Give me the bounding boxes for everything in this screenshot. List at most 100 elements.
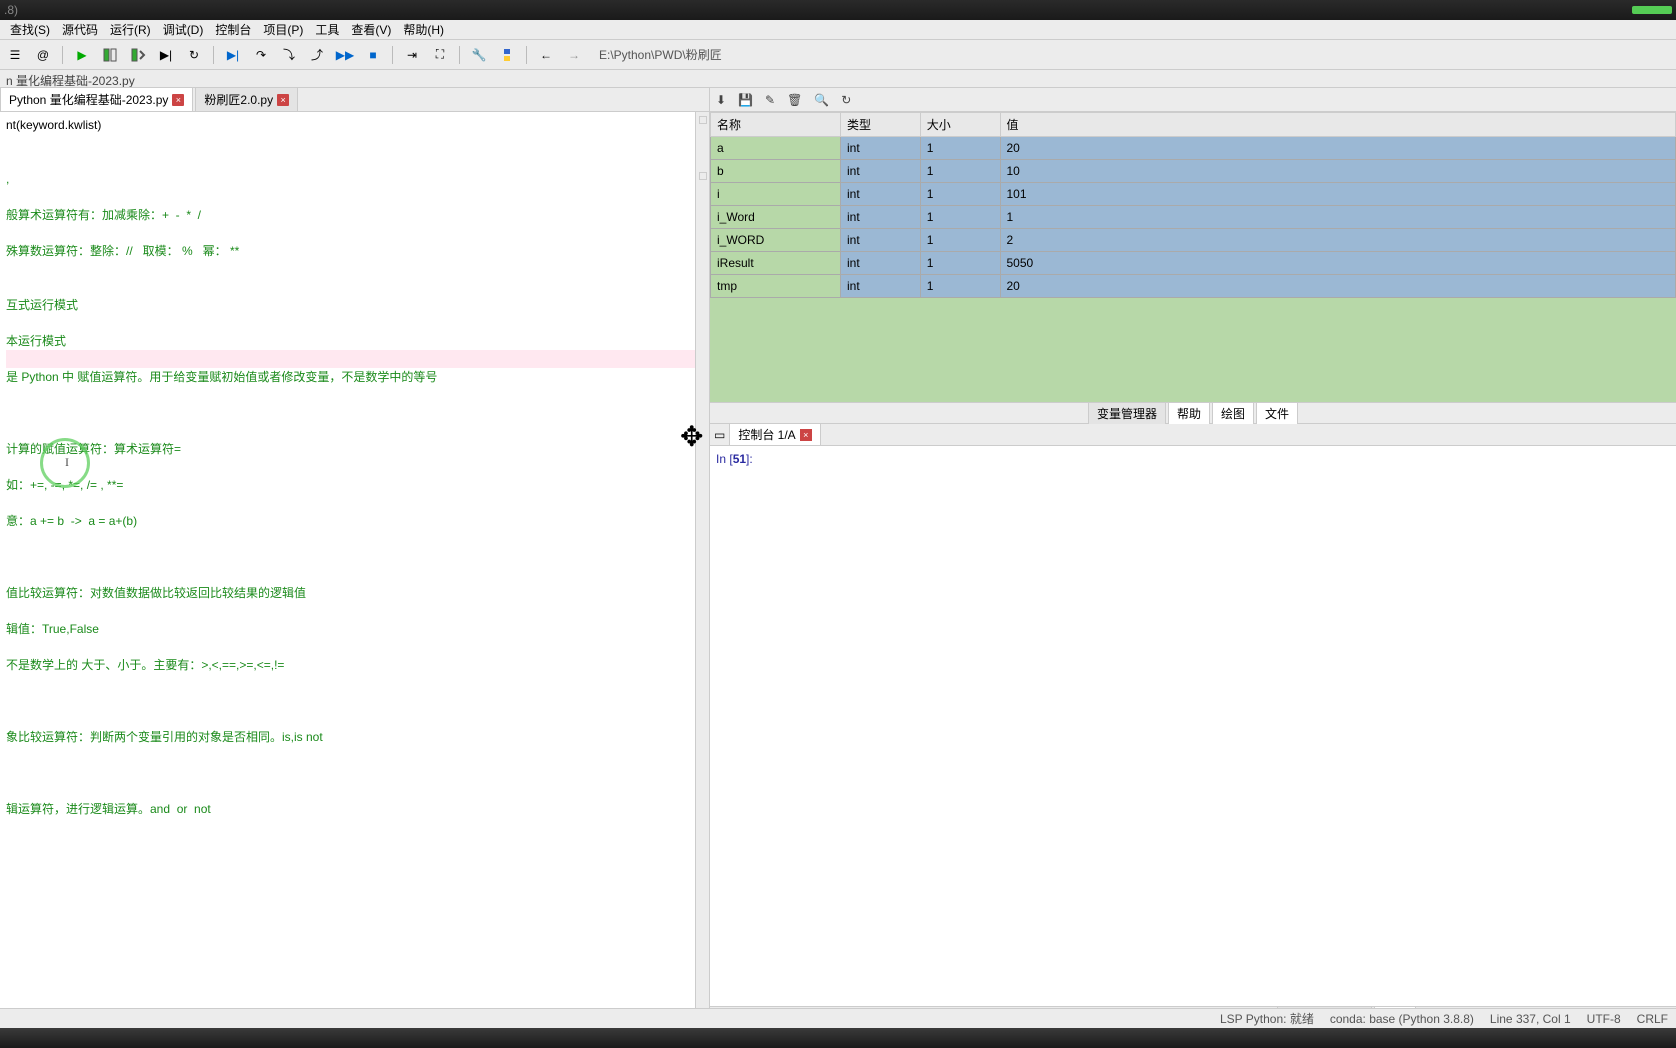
cell-name: a (711, 137, 841, 160)
menu-view[interactable]: 查看(V) (345, 19, 397, 40)
tab-file[interactable]: 文件 (1256, 402, 1298, 425)
code-editor[interactable]: nt(keyword.kwlist) , 般算术运算符有：加减乘除：+ - * … (0, 112, 709, 1028)
table-row[interactable]: aint120 (711, 137, 1676, 160)
cell-value: 10 (1000, 160, 1676, 183)
cell-value: 101 (1000, 183, 1676, 206)
code-line: 殊算数运算符：整除：// 取模： % 幂： ** (6, 242, 703, 260)
exit-icon[interactable]: ⇥ (401, 44, 423, 66)
cell-name: i_WORD (711, 229, 841, 252)
status-encoding[interactable]: UTF-8 (1587, 1012, 1621, 1026)
cell-size: 1 (920, 229, 1000, 252)
editor-tab-active[interactable]: Python 量化编程基础-2023.py × (0, 87, 193, 111)
cell-size: 1 (920, 160, 1000, 183)
close-icon[interactable]: × (277, 94, 289, 106)
status-lsp[interactable]: LSP Python: 就绪 (1220, 1010, 1314, 1027)
cell-name: b (711, 160, 841, 183)
at-icon[interactable]: @ (32, 44, 54, 66)
code-line (6, 224, 703, 242)
menu-run[interactable]: 运行(R) (104, 19, 157, 40)
code-line: 辑运算符，进行逻辑运算。and or not (6, 800, 703, 818)
table-row[interactable]: iResultint15050 (711, 252, 1676, 275)
save-icon[interactable]: 💾 (738, 93, 753, 107)
menu-project[interactable]: 项目(P) (257, 19, 309, 40)
col-size[interactable]: 大小 (920, 113, 1000, 137)
outline-icon[interactable]: ☰ (4, 44, 26, 66)
code-line (6, 134, 703, 152)
menu-tools[interactable]: 工具 (309, 19, 345, 40)
tab-variable-explorer[interactable]: 变量管理器 (1088, 402, 1166, 425)
code-line (6, 350, 703, 368)
cell-name: tmp (711, 275, 841, 298)
table-row[interactable]: i_Wordint11 (711, 206, 1676, 229)
menu-debug[interactable]: 调试(D) (157, 19, 210, 40)
code-line (6, 458, 703, 476)
menu-help[interactable]: 帮助(H) (397, 19, 450, 40)
settings-icon[interactable]: 🔧 (468, 44, 490, 66)
delete-icon[interactable]: 🗑 (787, 93, 802, 107)
status-bar: LSP Python: 就绪 conda: base (Python 3.8.8… (0, 1008, 1676, 1028)
code-line (6, 422, 703, 440)
tab-label: 粉刷匠2.0.py (204, 91, 273, 108)
cell-type: int (841, 206, 921, 229)
continue-icon[interactable]: ▶▶ (334, 44, 356, 66)
path-display: E:\Python\PWD\粉刷匠 (591, 46, 722, 63)
table-row[interactable]: iint1101 (711, 183, 1676, 206)
code-line: 本运行模式 (6, 332, 703, 350)
col-name[interactable]: 名称 (711, 113, 841, 137)
ipython-console[interactable]: In [51]: (710, 446, 1676, 1006)
col-value[interactable]: 值 (1000, 113, 1676, 137)
code-line (6, 260, 703, 278)
run-icon[interactable]: ▶ (71, 44, 93, 66)
console-icon[interactable]: ▭ (714, 428, 725, 442)
edit-icon[interactable]: ✎ (765, 93, 775, 107)
cell-type: int (841, 160, 921, 183)
status-line[interactable]: Line 337, Col 1 (1490, 1012, 1571, 1026)
status-eol[interactable]: CRLF (1637, 1012, 1668, 1026)
fullscreen-icon[interactable]: ⛶ (429, 44, 451, 66)
console-tab[interactable]: 控制台 1/A × (729, 423, 820, 446)
code-line (6, 494, 703, 512)
run-cell-icon[interactable] (99, 44, 121, 66)
stop-icon[interactable]: ■ (362, 44, 384, 66)
step-over-icon[interactable]: ↷ (250, 44, 272, 66)
step-into-icon[interactable]: ⤵ (278, 44, 300, 66)
fold-gutter[interactable] (695, 112, 709, 1028)
col-type[interactable]: 类型 (841, 113, 921, 137)
restart-icon[interactable]: ↻ (183, 44, 205, 66)
status-conda[interactable]: conda: base (Python 3.8.8) (1330, 1012, 1474, 1026)
table-row[interactable]: bint110 (711, 160, 1676, 183)
cell-type: int (841, 183, 921, 206)
variable-explorer[interactable]: 名称 类型 大小 值 aint120bint110iint1101i_Wordi… (710, 112, 1676, 402)
menu-source[interactable]: 源代码 (56, 19, 104, 40)
menu-find[interactable]: 查找(S) (4, 19, 56, 40)
step-out-icon[interactable]: ⤴ (306, 44, 328, 66)
tab-help[interactable]: 帮助 (1168, 402, 1210, 425)
console-tabs: ▭ 控制台 1/A × (710, 424, 1676, 446)
code-line: 般算术运算符有：加减乘除：+ - * / (6, 206, 703, 224)
code-line (6, 602, 703, 620)
code-line (6, 530, 703, 548)
table-row[interactable]: i_WORDint12 (711, 229, 1676, 252)
forward-icon[interactable]: → (563, 44, 585, 66)
refresh-icon[interactable]: ↻ (841, 93, 851, 107)
search-icon[interactable]: 🔍 (814, 93, 829, 107)
python-icon[interactable] (496, 44, 518, 66)
import-icon[interactable]: ⬇ (716, 93, 726, 107)
close-icon[interactable]: × (800, 429, 812, 441)
run-selection-icon[interactable]: ▶| (155, 44, 177, 66)
cell-size: 1 (920, 206, 1000, 229)
code-line (6, 314, 703, 332)
tab-plot[interactable]: 绘图 (1212, 402, 1254, 425)
editor-tab[interactable]: 粉刷匠2.0.py × (195, 87, 298, 111)
windows-taskbar[interactable] (0, 1028, 1676, 1048)
run-cell-next-icon[interactable] (127, 44, 149, 66)
menu-bar: 查找(S) 源代码 运行(R) 调试(D) 控制台 项目(P) 工具 查看(V)… (0, 20, 1676, 40)
close-icon[interactable]: × (172, 94, 184, 106)
debug-icon[interactable]: ▶| (222, 44, 244, 66)
code-line (6, 782, 703, 800)
prompt-end: ]: (746, 452, 753, 466)
back-icon[interactable]: ← (535, 44, 557, 66)
menu-console[interactable]: 控制台 (209, 19, 257, 40)
table-row[interactable]: tmpint120 (711, 275, 1676, 298)
cell-value: 2 (1000, 229, 1676, 252)
